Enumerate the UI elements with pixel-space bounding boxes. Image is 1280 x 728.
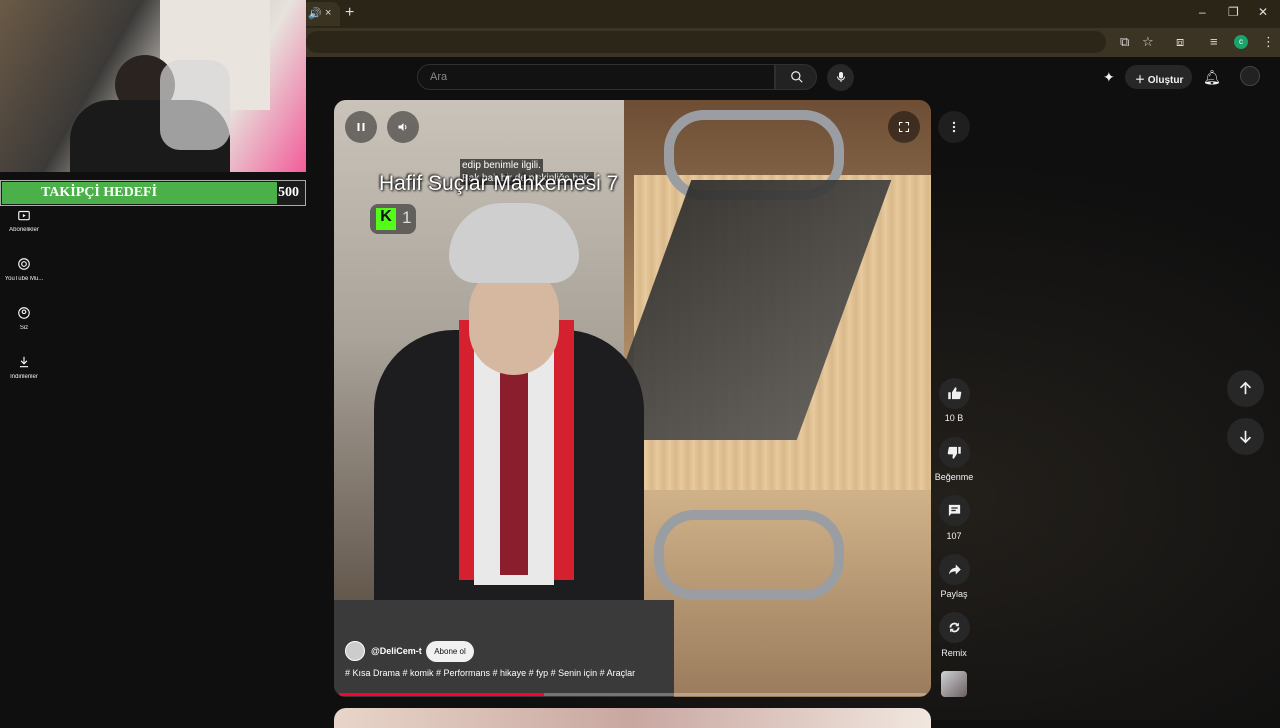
dislike-button[interactable] <box>939 437 970 468</box>
next-short-button[interactable] <box>1227 418 1264 455</box>
follower-goal-label: TAKİPÇİ HEDEFİ <box>41 185 158 200</box>
sidebar-item-downloads[interactable]: İndirilenler <box>0 355 48 395</box>
create-label: Oluştur <box>1147 75 1184 86</box>
arrow-down-icon <box>1239 430 1252 444</box>
previous-short-button[interactable] <box>1227 370 1264 407</box>
sidebar-item-label: YouTube Mu... <box>4 276 44 282</box>
shorts-video-player[interactable]: edip benimle ilgili. Bak bak bir de pişk… <box>334 100 931 697</box>
channel-avatar[interactable] <box>345 641 365 661</box>
address-bar[interactable] <box>306 31 1106 53</box>
remix-button[interactable] <box>939 612 970 643</box>
kick-count: 1 <box>402 208 412 227</box>
extensions-icon[interactable]: ⧈ <box>1176 34 1184 50</box>
follower-goal-bar: TAKİPÇİ HEDEFİ 500 <box>0 180 306 206</box>
dislike-label: Beğenme <box>934 472 974 482</box>
voice-search-button[interactable] <box>827 64 854 91</box>
sidebar-item-label: İndirilenler <box>10 374 38 380</box>
microphone-icon <box>837 72 845 82</box>
remix-label: Remix <box>941 648 967 658</box>
pause-button[interactable] <box>345 111 377 143</box>
thumbs-up-icon <box>948 387 962 400</box>
fullscreen-button[interactable] <box>888 111 920 143</box>
hashtags[interactable]: # Kısa Drama # komik # Performans # hika… <box>345 668 635 678</box>
tab-close-button[interactable]: × <box>325 7 331 19</box>
sidebar-item-label: Abonelikler <box>9 227 39 233</box>
thumbs-down-icon <box>947 446 961 459</box>
sound-thumbnail[interactable] <box>941 671 967 697</box>
browser-tab[interactable]: 🔊 × <box>300 2 340 26</box>
sidebar-item-label: Siz <box>19 325 29 331</box>
search-icon <box>791 71 803 83</box>
downloads-icon <box>19 356 29 368</box>
kick-badge: K 1 <box>370 204 416 234</box>
bookmark-star-icon[interactable]: ☆ <box>1142 34 1154 50</box>
channel-name[interactable]: @DeliCem-t <box>371 646 422 656</box>
more-options-button[interactable] <box>938 111 970 143</box>
streamer-webcam <box>0 0 306 172</box>
plus-icon: ＋ <box>1135 75 1148 86</box>
sidebar-item-youtube-music[interactable]: YouTube Mu... <box>0 257 48 297</box>
comments-button[interactable] <box>939 495 970 526</box>
comment-count: 107 <box>946 531 962 541</box>
video-overlay-title: Hafif Suçlar Mahkemesi 7 <box>379 172 619 195</box>
install-app-icon[interactable]: ⧉ <box>1120 34 1129 50</box>
like-count: 10 B <box>944 413 964 423</box>
search-input[interactable]: Ara <box>417 64 775 90</box>
follower-goal-count: 500 <box>278 185 299 200</box>
ai-sparkle-icon[interactable]: ✦ <box>1103 69 1115 86</box>
sidebar-item-subscriptions[interactable]: Abonelikler <box>0 208 48 248</box>
pause-icon <box>357 123 365 131</box>
search-button[interactable] <box>775 64 817 90</box>
browser-menu-icon[interactable]: ⋮ <box>1262 34 1275 50</box>
progress-bar[interactable] <box>339 693 926 696</box>
account-avatar[interactable] <box>1240 66 1260 86</box>
subscribe-button[interactable]: Abone ol <box>426 641 474 662</box>
media-control-icon[interactable]: ≡ <box>1210 34 1218 49</box>
volume-icon <box>398 123 407 131</box>
create-button[interactable]: ＋ Oluştur <box>1125 65 1192 89</box>
new-tab-button[interactable]: + <box>345 4 354 22</box>
next-short-preview[interactable] <box>334 708 931 728</box>
volume-button[interactable] <box>387 111 419 143</box>
robe-red-trim-right <box>554 320 574 580</box>
profile-avatar[interactable]: c <box>1234 35 1248 49</box>
share-icon <box>948 564 961 575</box>
judge-wig <box>449 203 579 283</box>
audio-playing-icon: 🔊 <box>308 8 322 20</box>
restore-button[interactable]: ❐ <box>1228 5 1239 19</box>
gaming-chair <box>160 60 230 150</box>
you-icon <box>18 307 30 319</box>
progress-fill <box>339 693 545 696</box>
fullscreen-icon <box>899 122 909 132</box>
close-window-button[interactable]: ✕ <box>1258 5 1268 19</box>
clamp-bottom <box>654 510 844 600</box>
subtitle-line: edip benimle ilgili. <box>460 159 543 172</box>
more-vert-icon <box>952 121 956 133</box>
judge-tie <box>500 355 528 575</box>
youtube-music-icon <box>18 258 30 270</box>
arrow-up-icon <box>1239 381 1252 395</box>
subscriptions-icon <box>18 210 30 221</box>
share-button[interactable] <box>939 554 970 585</box>
share-label: Paylaş <box>940 589 968 599</box>
notifications-bell-icon[interactable]: 🔔︎ <box>1203 69 1221 86</box>
kick-logo-icon: K <box>376 208 396 230</box>
like-button[interactable] <box>939 378 970 409</box>
comment-icon <box>948 504 961 517</box>
remix-icon <box>949 622 960 633</box>
sidebar-item-you[interactable]: Siz <box>0 306 48 346</box>
minimize-button[interactable]: – <box>1199 5 1206 19</box>
